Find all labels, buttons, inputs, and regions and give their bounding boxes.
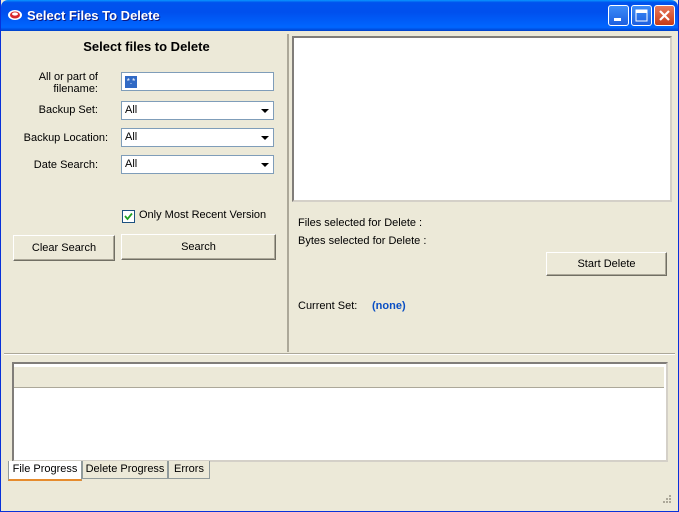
backup-set-value: All bbox=[125, 104, 138, 116]
list-header bbox=[14, 367, 664, 388]
backup-set-select[interactable]: All bbox=[121, 101, 274, 120]
title-bar[interactable]: Select Files To Delete bbox=[1, 0, 678, 31]
current-set-value: (none) bbox=[372, 300, 406, 312]
delete-panel: Files selected for Delete : Bytes select… bbox=[290, 34, 672, 352]
client-area: Select files to Delete All or part of fi… bbox=[4, 31, 675, 509]
dropdown-arrow-icon[interactable] bbox=[257, 103, 272, 118]
backup-set-label: Backup Set: bbox=[38, 104, 98, 116]
resize-grip-icon[interactable] bbox=[662, 494, 672, 504]
app-icon bbox=[7, 8, 23, 22]
minimize-icon bbox=[609, 16, 628, 28]
progress-list[interactable] bbox=[12, 362, 668, 462]
dropdown-arrow-icon[interactable] bbox=[257, 157, 272, 172]
maximize-button[interactable] bbox=[631, 5, 652, 26]
search-panel: Select files to Delete All or part of fi… bbox=[6, 34, 289, 352]
tab-file-progress[interactable]: File Progress bbox=[8, 461, 82, 481]
window-title: Select Files To Delete bbox=[27, 8, 160, 23]
filename-label: All or part of filename: bbox=[38, 71, 98, 95]
status-bar bbox=[4, 487, 675, 507]
filename-input[interactable]: *.* bbox=[121, 72, 274, 91]
clear-search-button[interactable]: Clear Search bbox=[13, 235, 115, 261]
maximize-icon bbox=[632, 9, 651, 28]
tab-delete-progress[interactable]: Delete Progress bbox=[82, 461, 168, 479]
backup-location-label: Backup Location: bbox=[23, 132, 108, 144]
dropdown-arrow-icon[interactable] bbox=[257, 130, 272, 145]
checkmark-icon bbox=[124, 212, 133, 221]
files-selected-label: Files selected for Delete : bbox=[298, 217, 423, 229]
search-button[interactable]: Search bbox=[121, 234, 276, 260]
date-search-select[interactable]: All bbox=[121, 155, 274, 174]
minimize-button[interactable] bbox=[608, 5, 629, 26]
start-delete-button[interactable]: Start Delete bbox=[546, 252, 667, 276]
current-set-label: Current Set: bbox=[298, 300, 358, 312]
recent-only-label[interactable]: Only Most Recent Version bbox=[139, 209, 266, 221]
close-icon bbox=[655, 10, 674, 28]
filename-value: *.* bbox=[125, 76, 137, 88]
date-search-label: Date Search: bbox=[33, 159, 98, 171]
bytes-selected-label: Bytes selected for Delete : bbox=[298, 235, 427, 247]
panel-heading: Select files to Delete bbox=[83, 39, 210, 54]
tab-errors[interactable]: Errors bbox=[168, 461, 210, 479]
divider bbox=[4, 353, 675, 355]
backup-location-value: All bbox=[125, 131, 138, 143]
window: Select Files To Delete Select files to D… bbox=[0, 0, 679, 512]
close-button[interactable] bbox=[654, 5, 675, 26]
backup-location-select[interactable]: All bbox=[121, 128, 274, 147]
date-search-value: All bbox=[125, 158, 138, 170]
results-list[interactable] bbox=[292, 36, 672, 202]
recent-only-checkbox[interactable] bbox=[122, 210, 135, 223]
